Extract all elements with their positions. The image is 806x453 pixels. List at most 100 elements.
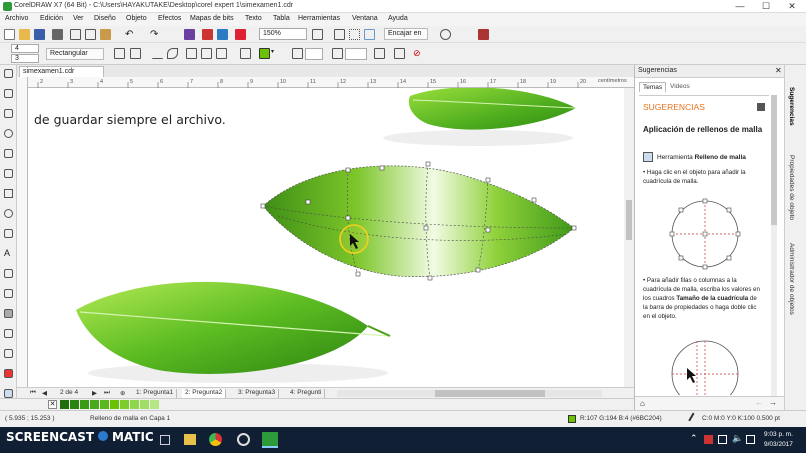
vertical-ruler[interactable] bbox=[17, 77, 28, 387]
palette-swatch[interactable] bbox=[130, 400, 139, 409]
document-tab[interactable]: simexamen1.cdr bbox=[19, 66, 104, 77]
docker-close-icon[interactable]: ✕ bbox=[775, 66, 782, 75]
mesh-fill-tool-icon[interactable] bbox=[4, 389, 13, 398]
eyedropper-tool-icon[interactable] bbox=[4, 349, 13, 358]
docker-scrollbar[interactable] bbox=[771, 95, 777, 397]
freehand-tool-icon[interactable] bbox=[4, 149, 13, 158]
polygon-tool-icon[interactable] bbox=[4, 229, 13, 238]
redo-icon[interactable]: ↷ bbox=[150, 29, 161, 40]
coreldraw-taskbar-icon[interactable] bbox=[262, 432, 278, 448]
zoom-tool-icon[interactable] bbox=[4, 129, 13, 138]
new-document-icon[interactable] bbox=[4, 29, 15, 40]
vertical-scrollbar[interactable] bbox=[624, 88, 634, 387]
menu-efectos[interactable]: Efectos bbox=[158, 15, 181, 22]
publish-pdf-icon[interactable] bbox=[235, 29, 246, 40]
transparency-tool-icon[interactable] bbox=[4, 329, 13, 338]
full-screen-icon[interactable] bbox=[312, 29, 323, 40]
menu-diseno[interactable]: Diseño bbox=[94, 15, 116, 22]
symmetrical-node-icon[interactable] bbox=[216, 48, 227, 59]
menu-edicion[interactable]: Edición bbox=[40, 15, 63, 22]
palette-swatch[interactable] bbox=[70, 400, 79, 409]
side-tab-administrador[interactable]: Administrador de objetos bbox=[788, 243, 795, 315]
chrome-icon[interactable] bbox=[209, 433, 222, 446]
interactive-fill-tool-icon[interactable] bbox=[4, 369, 13, 378]
convert-to-line-icon[interactable] bbox=[152, 48, 163, 59]
zoom-level-select[interactable]: 150% bbox=[259, 28, 307, 40]
clock-time[interactable]: 9:03 p. m. bbox=[764, 431, 793, 438]
close-button[interactable]: ✕ bbox=[779, 0, 805, 13]
import-icon[interactable] bbox=[202, 29, 213, 40]
menu-ver[interactable]: Ver bbox=[73, 15, 84, 22]
tab-videos[interactable]: Videos bbox=[667, 82, 693, 91]
fill-dropdown-arrow[interactable]: ▾ bbox=[271, 48, 282, 59]
palette-swatch[interactable] bbox=[60, 400, 69, 409]
menu-ayuda[interactable]: Ayuda bbox=[388, 15, 408, 22]
menu-tabla[interactable]: Tabla bbox=[273, 15, 290, 22]
vertical-scroll-thumb[interactable] bbox=[626, 200, 632, 240]
cut-icon[interactable] bbox=[70, 29, 81, 40]
artistic-media-tool-icon[interactable] bbox=[4, 169, 13, 178]
file-explorer-icon[interactable] bbox=[184, 434, 196, 445]
print-icon[interactable] bbox=[52, 29, 63, 40]
menu-objeto[interactable]: Objeto bbox=[126, 15, 147, 22]
export-icon[interactable] bbox=[217, 29, 228, 40]
tab-temas[interactable]: Temas bbox=[639, 82, 667, 92]
smooth-node-icon[interactable] bbox=[201, 48, 212, 59]
mesh-columns-field[interactable]: 4 bbox=[11, 44, 39, 53]
network-icon[interactable] bbox=[718, 435, 727, 444]
smooth-mesh-color-icon[interactable] bbox=[374, 48, 385, 59]
save-icon[interactable] bbox=[34, 29, 45, 40]
forward-arrow-icon[interactable]: → bbox=[769, 398, 777, 407]
maximize-button[interactable]: ☐ bbox=[753, 0, 779, 13]
options-gear-icon[interactable] bbox=[440, 29, 451, 40]
show-guidelines-icon[interactable] bbox=[364, 29, 375, 40]
snap-to-dropdown[interactable]: Encajar en bbox=[384, 28, 428, 40]
fill-swatch[interactable] bbox=[568, 415, 576, 423]
menu-ventana[interactable]: Ventana bbox=[352, 15, 378, 22]
volume-icon[interactable]: 🔈 bbox=[732, 433, 743, 444]
side-tab-propiedades[interactable]: Propiedades de objeto bbox=[788, 155, 795, 220]
parallel-dimension-tool-icon[interactable] bbox=[4, 269, 13, 278]
tray-app-icon[interactable] bbox=[704, 435, 713, 444]
bottom-leaf-image[interactable] bbox=[76, 281, 391, 383]
home-icon[interactable]: ⌂ bbox=[640, 399, 645, 408]
crop-tool-icon[interactable] bbox=[4, 109, 13, 118]
show-grid-icon[interactable] bbox=[349, 29, 360, 40]
side-tab-sugerencias[interactable]: Sugerencias bbox=[788, 87, 795, 126]
drawing-canvas[interactable]: de guardar siempre el archivo. bbox=[28, 88, 624, 387]
copy-icon[interactable] bbox=[85, 29, 96, 40]
outline-pen-icon[interactable] bbox=[688, 412, 700, 425]
horizontal-scroll-thumb[interactable] bbox=[435, 390, 545, 397]
palette-swatch[interactable] bbox=[80, 400, 89, 409]
text-tool-icon[interactable]: A bbox=[4, 249, 13, 258]
ellipse-tool-icon[interactable] bbox=[4, 209, 13, 218]
clip-mesh-icon[interactable] bbox=[394, 48, 405, 59]
task-view-icon[interactable] bbox=[160, 435, 170, 445]
palette-swatch[interactable] bbox=[110, 400, 119, 409]
paste-icon[interactable] bbox=[100, 29, 111, 40]
open-icon[interactable] bbox=[19, 29, 30, 40]
delete-node-icon[interactable] bbox=[130, 48, 141, 59]
connector-tool-icon[interactable] bbox=[4, 289, 13, 298]
minimize-button[interactable]: — bbox=[727, 0, 753, 13]
palette-swatch[interactable] bbox=[140, 400, 149, 409]
clear-mesh-icon[interactable]: ⊘ bbox=[413, 48, 424, 59]
mesh-leaf-object[interactable] bbox=[260, 161, 577, 281]
clock-date[interactable]: 9/03/2017 bbox=[764, 441, 793, 448]
drop-shadow-tool-icon[interactable] bbox=[4, 309, 13, 318]
pick-tool-icon[interactable] bbox=[4, 69, 13, 78]
shape-tool-icon[interactable] bbox=[4, 89, 13, 98]
palette-swatch[interactable] bbox=[100, 400, 109, 409]
rectangle-tool-icon[interactable] bbox=[4, 189, 13, 198]
undo-icon[interactable]: ↶ bbox=[125, 29, 136, 40]
menu-archivo[interactable]: Archivo bbox=[5, 15, 28, 22]
transparency-icon[interactable] bbox=[292, 48, 303, 59]
search-content-icon[interactable] bbox=[184, 29, 195, 40]
back-arrow-icon[interactable]: ← bbox=[755, 398, 763, 407]
language-icon[interactable] bbox=[746, 435, 755, 444]
canvas-text[interactable]: de guardar siempre el archivo. bbox=[34, 112, 226, 127]
convert-to-curve-icon[interactable] bbox=[167, 48, 178, 59]
application-launcher-icon[interactable] bbox=[478, 29, 489, 40]
no-color-swatch[interactable]: ✕ bbox=[48, 400, 57, 409]
mesh-rows-field[interactable]: 3 bbox=[11, 54, 39, 63]
